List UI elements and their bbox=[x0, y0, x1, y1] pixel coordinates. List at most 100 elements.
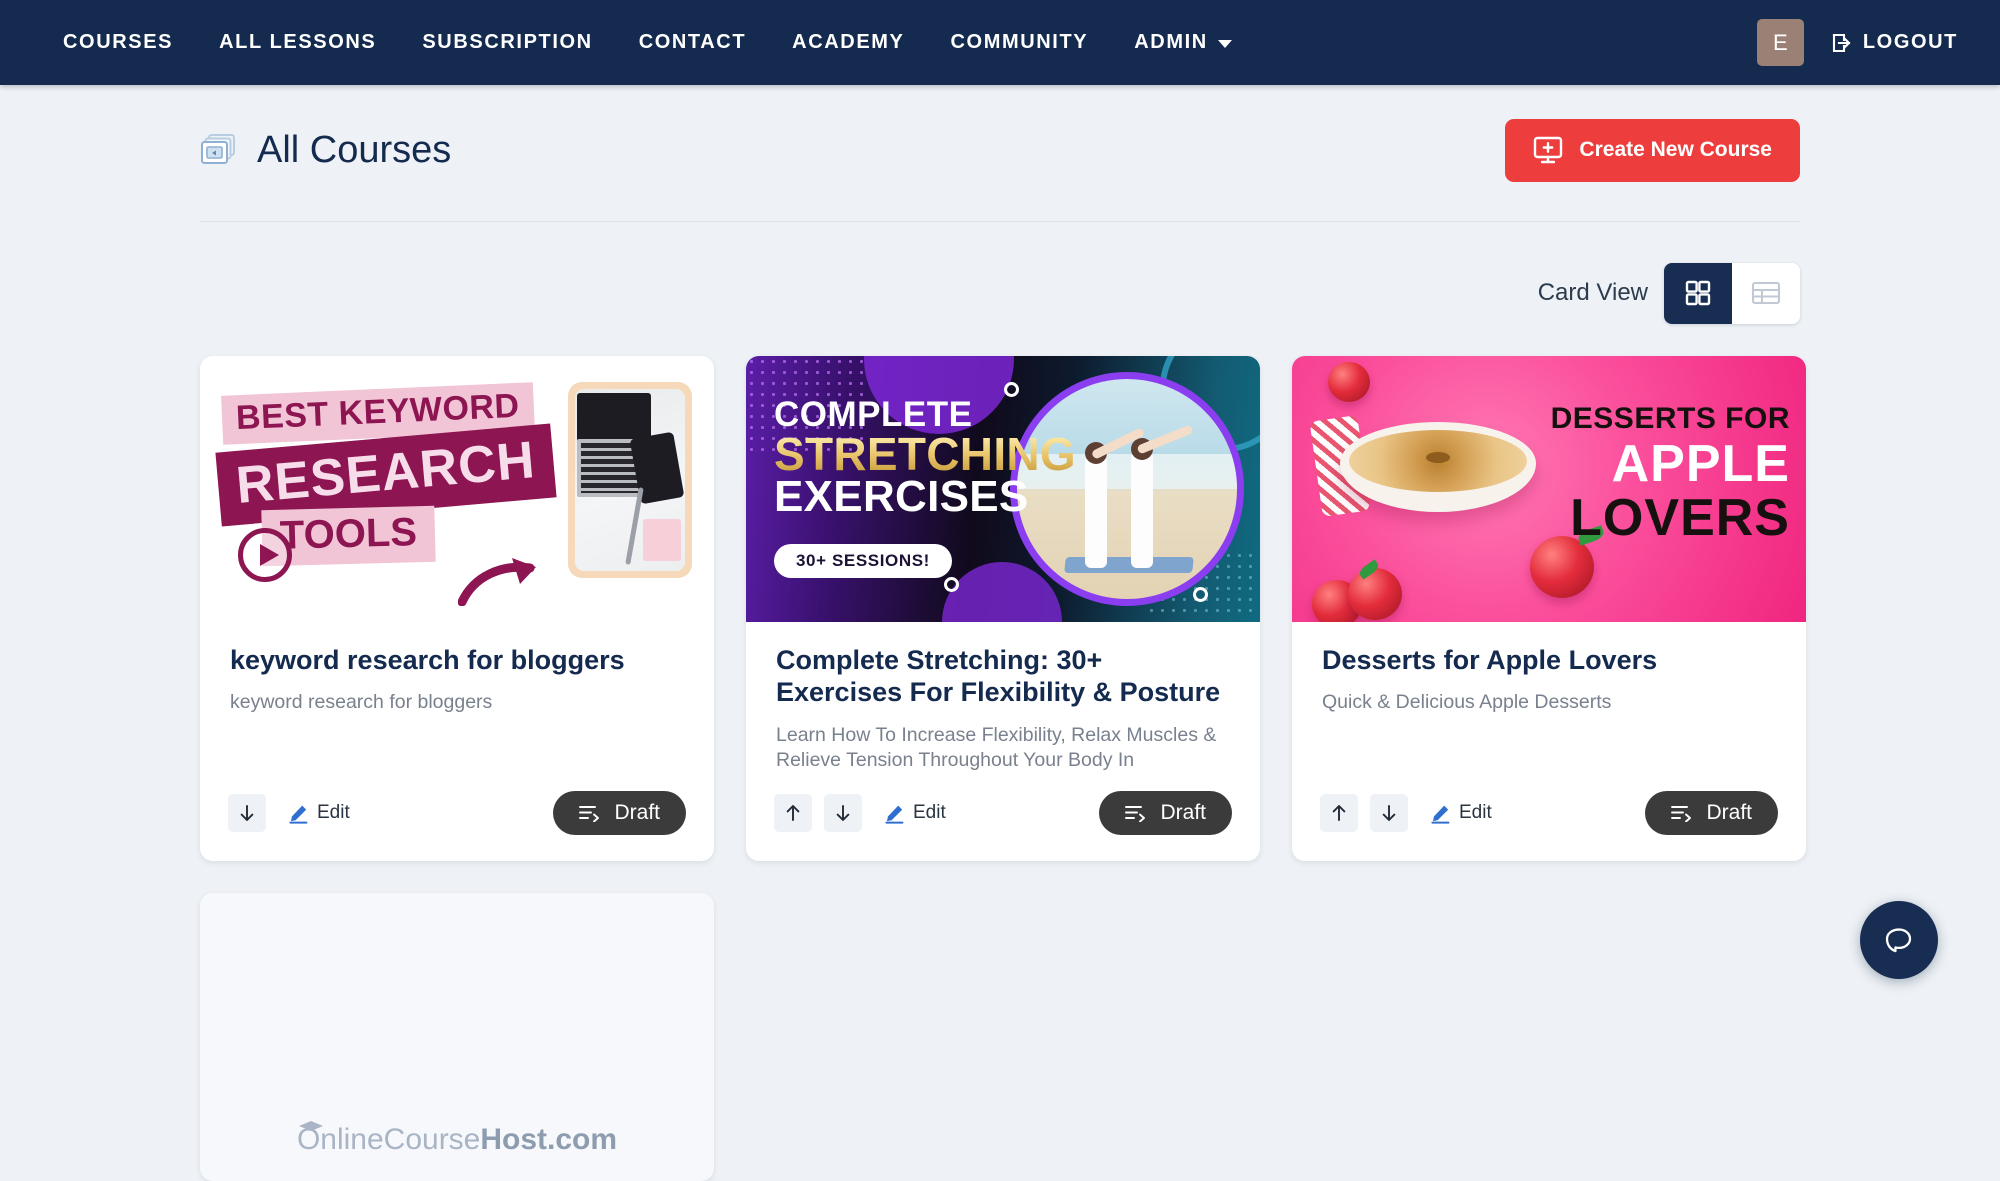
course-thumbnail: BEST KEYWORD RESEARCH TOOLS bbox=[200, 356, 714, 622]
edit-link[interactable]: Edit bbox=[1430, 802, 1492, 824]
arrow-down-icon bbox=[833, 803, 853, 823]
avatar[interactable]: E bbox=[1757, 19, 1804, 66]
status-draft-button[interactable]: Draft bbox=[1099, 791, 1232, 835]
thumb-text-block: COMPLETE STRETCHING EXERCISES bbox=[774, 398, 1076, 518]
add-screen-icon bbox=[1533, 136, 1563, 164]
course-card[interactable]: DESSERTS FOR APPLE LOVERS Desserts for A… bbox=[1292, 356, 1806, 861]
nav-label: ALL LESSONS bbox=[219, 31, 376, 53]
avatar-initial: E bbox=[1773, 30, 1788, 56]
status-draft-button[interactable]: Draft bbox=[553, 791, 686, 835]
logo-suffix: Host.com bbox=[480, 1123, 617, 1157]
course-title: Complete Stretching: 30+ Exercises For F… bbox=[776, 644, 1230, 709]
move-down-button[interactable] bbox=[1370, 794, 1408, 832]
curved-arrow-graphic bbox=[458, 552, 550, 606]
course-card-body: Complete Stretching: 30+ Exercises For F… bbox=[746, 622, 1260, 773]
thumb-line-3: LOVERS bbox=[1551, 492, 1790, 544]
move-down-button[interactable] bbox=[824, 794, 862, 832]
thumb-line-3: TOOLS bbox=[279, 510, 417, 558]
course-card-footer: Edit Draft bbox=[200, 773, 714, 861]
grid-icon bbox=[1684, 279, 1712, 307]
thumb-sessions-badge: 30+ SESSIONS! bbox=[774, 544, 952, 578]
move-down-button[interactable] bbox=[228, 794, 266, 832]
edit-label: Edit bbox=[1459, 802, 1492, 824]
draft-lines-icon bbox=[1125, 804, 1147, 822]
nav-item-academy[interactable]: ACADEMY bbox=[769, 21, 927, 64]
nav-label: COMMUNITY bbox=[951, 31, 1089, 53]
pencil-edit-icon bbox=[1430, 803, 1451, 824]
course-card-body: keyword research for bloggers keyword re… bbox=[200, 622, 714, 773]
arrow-down-icon bbox=[237, 803, 257, 823]
nav-item-subscription[interactable]: SUBSCRIPTION bbox=[399, 21, 615, 64]
course-card[interactable]: OnlineCourseHost.com bbox=[200, 893, 714, 1181]
view-toggle-group bbox=[1664, 263, 1800, 324]
page-title: All Courses bbox=[257, 129, 451, 172]
nav-item-admin[interactable]: ADMIN bbox=[1111, 21, 1255, 64]
edit-label: Edit bbox=[913, 802, 946, 824]
draft-lines-icon bbox=[1671, 804, 1693, 822]
nav-item-community[interactable]: COMMUNITY bbox=[928, 21, 1112, 64]
move-up-button[interactable] bbox=[774, 794, 812, 832]
chevron-down-icon bbox=[1218, 40, 1232, 48]
course-title: keyword research for bloggers bbox=[230, 644, 684, 676]
create-new-course-label: Create New Course bbox=[1579, 138, 1772, 162]
page-title-wrap: All Courses bbox=[200, 129, 451, 172]
course-card[interactable]: COMPLETE STRETCHING EXERCISES 30+ SESSIO… bbox=[746, 356, 1260, 861]
course-card[interactable]: BEST KEYWORD RESEARCH TOOLS keyword rese… bbox=[200, 356, 714, 861]
play-button-graphic bbox=[238, 528, 292, 582]
nav-item-contact[interactable]: CONTACT bbox=[616, 21, 769, 64]
thumb-line-2: APPLE bbox=[1551, 438, 1790, 490]
course-card-body bbox=[200, 1159, 714, 1181]
view-toggle-label: Card View bbox=[1538, 279, 1648, 307]
thumb-line-2: STRETCHING bbox=[774, 432, 1076, 476]
status-label: Draft bbox=[614, 801, 660, 825]
create-new-course-button[interactable]: Create New Course bbox=[1505, 119, 1800, 182]
edit-link[interactable]: Edit bbox=[884, 802, 946, 824]
course-card-footer: Edit Draft bbox=[1292, 773, 1806, 861]
nav-label: ACADEMY bbox=[792, 31, 904, 53]
logo-prefix: OnlineCourse bbox=[297, 1123, 480, 1157]
courses-stack-icon bbox=[200, 130, 240, 170]
edit-link[interactable]: Edit bbox=[288, 802, 350, 824]
course-thumbnail: COMPLETE STRETCHING EXERCISES 30+ SESSIO… bbox=[746, 356, 1260, 622]
chat-bubble-icon bbox=[1881, 922, 1917, 958]
course-description: Learn How To Increase Flexibility, Relax… bbox=[776, 723, 1230, 774]
nav-item-courses[interactable]: COURSES bbox=[40, 21, 196, 64]
logout-icon bbox=[1830, 31, 1854, 55]
status-label: Draft bbox=[1706, 801, 1752, 825]
arrow-up-icon bbox=[1329, 803, 1349, 823]
arrow-down-icon bbox=[1379, 803, 1399, 823]
course-description: keyword research for bloggers bbox=[230, 690, 684, 715]
thumb-line-3: EXERCISES bbox=[774, 476, 1076, 518]
course-card-body: Desserts for Apple Lovers Quick & Delici… bbox=[1292, 622, 1806, 773]
course-card-grid: BEST KEYWORD RESEARCH TOOLS keyword rese… bbox=[200, 356, 1808, 1181]
status-draft-button[interactable]: Draft bbox=[1645, 791, 1778, 835]
top-navbar: COURSES ALL LESSONS SUBSCRIPTION CONTACT… bbox=[0, 0, 2000, 85]
onlinecoursehost-logo: OnlineCourseHost.com bbox=[297, 1123, 617, 1157]
thumb-line-1: COMPLETE bbox=[774, 398, 1076, 432]
logout-button[interactable]: LOGOUT bbox=[1830, 31, 1958, 55]
view-toggle-card-button[interactable] bbox=[1664, 263, 1732, 324]
tablet-graphic bbox=[568, 382, 692, 578]
nav-label: COURSES bbox=[63, 31, 173, 53]
pencil-edit-icon bbox=[288, 803, 309, 824]
nav-links: COURSES ALL LESSONS SUBSCRIPTION CONTACT… bbox=[40, 21, 1255, 64]
apple-pie-graphic bbox=[1340, 422, 1536, 512]
thumb-text-block: DESSERTS FOR APPLE LOVERS bbox=[1551, 404, 1790, 544]
nav-label: ADMIN bbox=[1134, 31, 1208, 54]
thumb-line-1: DESSERTS FOR bbox=[1551, 404, 1790, 434]
nav-item-all-lessons[interactable]: ALL LESSONS bbox=[196, 21, 399, 64]
table-icon bbox=[1751, 280, 1781, 306]
view-toggle-list-button[interactable] bbox=[1732, 263, 1800, 324]
view-toggle-row: Card View bbox=[200, 258, 1800, 328]
course-description: Quick & Delicious Apple Desserts bbox=[1322, 690, 1776, 715]
move-up-button[interactable] bbox=[1320, 794, 1358, 832]
graduation-cap-icon bbox=[298, 1119, 324, 1137]
course-card-footer: Edit Draft bbox=[746, 773, 1260, 861]
course-thumbnail: DESSERTS FOR APPLE LOVERS bbox=[1292, 356, 1806, 622]
header-divider bbox=[200, 221, 1800, 222]
course-thumbnail-placeholder: OnlineCourseHost.com bbox=[200, 893, 714, 1159]
logout-label: LOGOUT bbox=[1863, 31, 1958, 54]
chat-widget-button[interactable] bbox=[1860, 901, 1938, 979]
thumb-line-2: RESEARCH bbox=[234, 431, 538, 515]
course-title: Desserts for Apple Lovers bbox=[1322, 644, 1776, 676]
